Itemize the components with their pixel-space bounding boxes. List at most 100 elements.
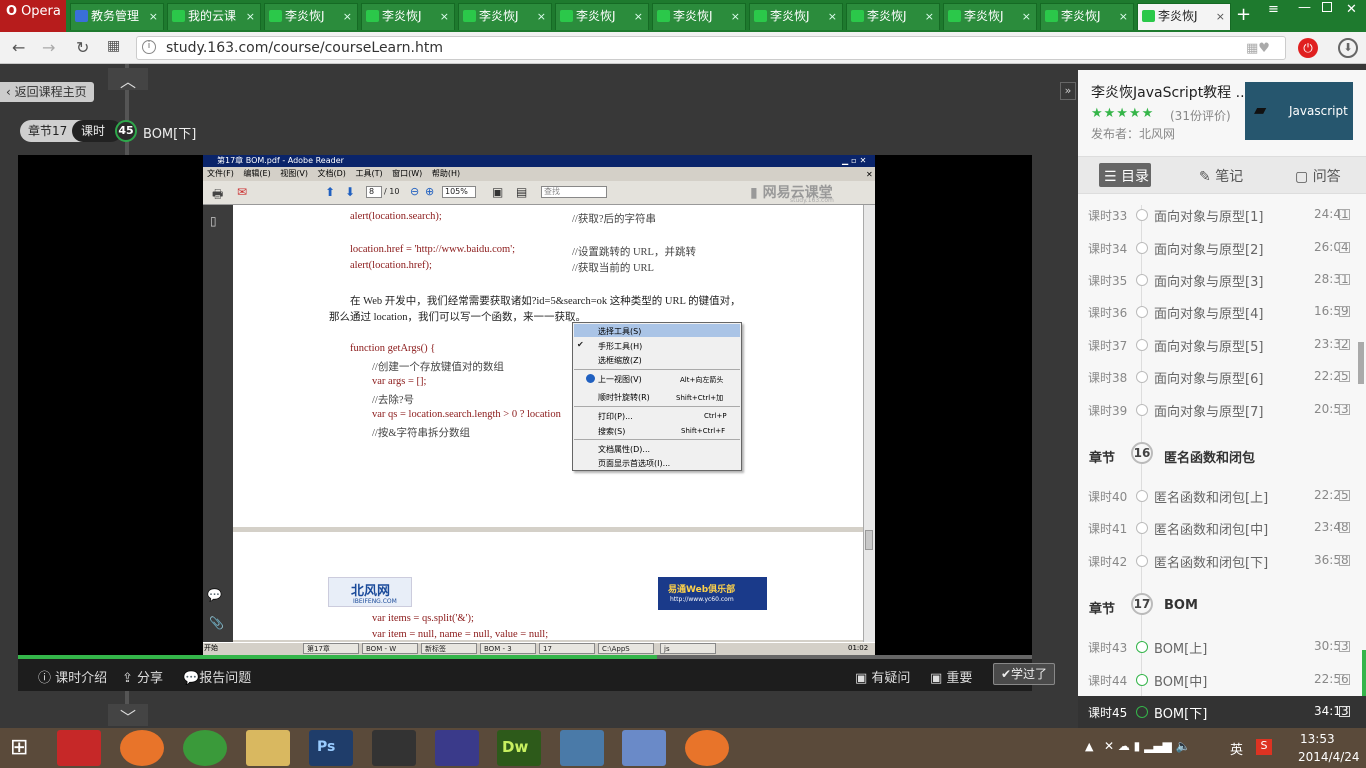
lesson-item[interactable]: 课时37 面向对象与原型[5] 23:32 [1078,329,1366,361]
lesson-item[interactable]: 课时34 面向对象与原型[2] 26:04 [1078,232,1366,264]
eclipse-icon[interactable] [435,730,479,766]
dreamweaver-icon[interactable]: Dw [497,730,541,766]
lesson-item[interactable]: 课时39 面向对象与原型[7] 20:53 [1078,394,1366,426]
tab-close-icon[interactable]: × [537,4,546,29]
report-button[interactable]: 💬报告问题 [183,667,251,686]
lesson-intro-button[interactable]: ⓘ 课时介绍 [38,667,107,686]
code-comment: //去除?号 [372,395,414,406]
photo-viewer-icon[interactable] [560,730,604,766]
important-button[interactable]: ▣ 重要 [930,667,972,686]
tab-favicon-icon [172,10,185,22]
lesson-item[interactable]: 课时41 匿名函数和闭包[中] 23:48 [1078,512,1366,544]
beifeng-logo-sub: IBEIFENG.COM [353,598,397,605]
tab[interactable]: 李炎恢J × [846,3,940,30]
download-icon[interactable]: ⬇ [1338,38,1358,58]
tab-active[interactable]: 李炎恢J × [1137,3,1231,30]
lesson-num: 课时44 [1088,674,1128,688]
chapter-title: BOM [1164,598,1198,613]
speed-dial-icon[interactable]: ▦ [107,38,120,54]
reload-icon[interactable]: ↻ [76,38,89,57]
close-window-icon[interactable]: ✕ [1346,2,1357,17]
tab[interactable]: 李炎恢J × [555,3,649,30]
tab-toc[interactable]: ☰ 目录 [1104,166,1149,186]
tab[interactable]: 李炎恢J × [264,3,358,30]
pdf-page-total: / 10 [384,187,400,196]
lesson-item[interactable]: 课时35 面向对象与原型[3] 28:31 [1078,264,1366,296]
rating-count[interactable]: (31份评价) [1170,107,1231,124]
chevron-up-icon[interactable]: ︿ [108,68,148,91]
back-to-course-button[interactable]: ‹ 返回课程主页 [0,82,94,102]
sogou-icon[interactable]: S [1256,739,1272,755]
tab[interactable]: 李炎恢J × [652,3,746,30]
panel-scrollbar-thumb[interactable] [1358,342,1364,384]
tab[interactable]: 教务管理 × [70,3,164,30]
tab[interactable]: 李炎恢J × [749,3,843,30]
system-clock[interactable]: 13:53 [1300,732,1335,746]
collapse-panel-icon[interactable]: » [1060,82,1076,100]
lesson-status-icon [1136,209,1148,221]
chevron-down-icon[interactable]: ﹀ [108,704,148,727]
photoshop-icon[interactable]: Ps [309,730,353,766]
chrome-taskbar-icon[interactable] [183,730,227,766]
forward-icon[interactable]: → [42,38,55,57]
question-button[interactable]: ▣ 有疑问 [855,667,910,686]
share-button[interactable]: ⇪ 分享 [122,667,163,686]
tray-expand-icon[interactable]: ▲ [1085,740,1093,753]
firefox-taskbar-icon[interactable] [120,730,164,766]
lesson-item[interactable]: 课时33 面向对象与原型[1] 24:41 [1078,199,1366,231]
new-tab-button[interactable]: + [1236,4,1251,25]
system-date[interactable]: 2014/4/24 [1298,750,1360,764]
bookmark-heart-icon[interactable]: ▦♥ [1246,41,1270,56]
tab-close-icon[interactable]: × [1216,4,1225,29]
adblock-icon[interactable]: ⏻ [1298,38,1318,58]
code-comment: //创建一个存放键值对的数组 [372,362,504,373]
lesson-status-icon [1136,641,1148,653]
tab-close-icon[interactable]: × [1022,4,1031,29]
course-title[interactable]: 李炎恢JavaScript教程 ... [1091,82,1249,102]
tab-close-icon[interactable]: × [925,4,934,29]
opera-menu-button[interactable]: O Opera [0,0,66,32]
back-view-icon [586,374,595,383]
learned-button[interactable]: ✔学过了 [993,663,1055,685]
lesson-item[interactable]: 课时36 面向对象与原型[4] 16:59 [1078,296,1366,328]
opera-taskbar-icon[interactable] [57,730,101,766]
lesson-item[interactable]: 课时38 面向对象与原型[6] 22:25 [1078,361,1366,393]
file-explorer-icon[interactable] [246,730,290,766]
back-icon[interactable]: ← [12,38,25,57]
tab[interactable]: 我的云课 × [167,3,261,30]
minimize-icon[interactable]: — [1298,0,1311,15]
tab-close-icon[interactable]: × [149,4,158,29]
tab-close-icon[interactable]: × [731,4,740,29]
tab-close-icon[interactable]: × [634,4,643,29]
tab-notes[interactable]: ✎ 笔记 [1199,166,1243,186]
site-info-icon[interactable]: i [142,40,156,54]
firefox-active-icon[interactable] [685,730,729,766]
windows-start-icon[interactable]: ⊞ [10,735,28,760]
lesson-title: 面向对象与原型[3] [1154,275,1264,290]
lesson-item[interactable]: 课时42 匿名函数和闭包[下] 36:58 [1078,545,1366,577]
ime-indicator[interactable]: 英 [1230,739,1243,758]
tab-close-icon[interactable]: × [440,4,449,29]
chapter-label: 章节 [1089,451,1116,466]
pdf-comments-icon: 💬 [207,588,222,602]
tab[interactable]: 李炎恢J × [361,3,455,30]
maximize-icon[interactable] [1322,2,1332,12]
tab-menu-icon[interactable]: ≡ [1268,2,1279,17]
tab-close-icon[interactable]: × [343,4,352,29]
notepad-icon[interactable] [622,730,666,766]
lesson-item[interactable]: 课时44 BOM[中] 22:56 [1078,664,1366,696]
report-label: 报告问题 [199,671,252,686]
tab-close-icon[interactable]: × [828,4,837,29]
tab-close-icon[interactable]: × [1119,4,1128,29]
lesson-item-current[interactable]: 课时45 BOM[下] 34:13 [1078,696,1366,728]
lesson-title: 匿名函数和闭包[中] [1154,523,1269,538]
tab[interactable]: 李炎恢J × [1040,3,1134,30]
lesson-item[interactable]: 课时40 匿名函数和闭包[上] 22:25 [1078,480,1366,512]
tab-close-icon[interactable]: × [246,4,255,29]
tab-qa[interactable]: ▢ 问答 [1295,166,1341,186]
lesson-item[interactable]: 课时43 BOM[上] 30:53 [1078,631,1366,663]
tab[interactable]: 李炎恢J × [458,3,552,30]
tab[interactable]: 李炎恢J × [943,3,1037,30]
qq-icon[interactable] [372,730,416,766]
tray-icons[interactable]: ✕ ☁ ▮ ▂▄▆ 🔈 [1104,739,1191,753]
